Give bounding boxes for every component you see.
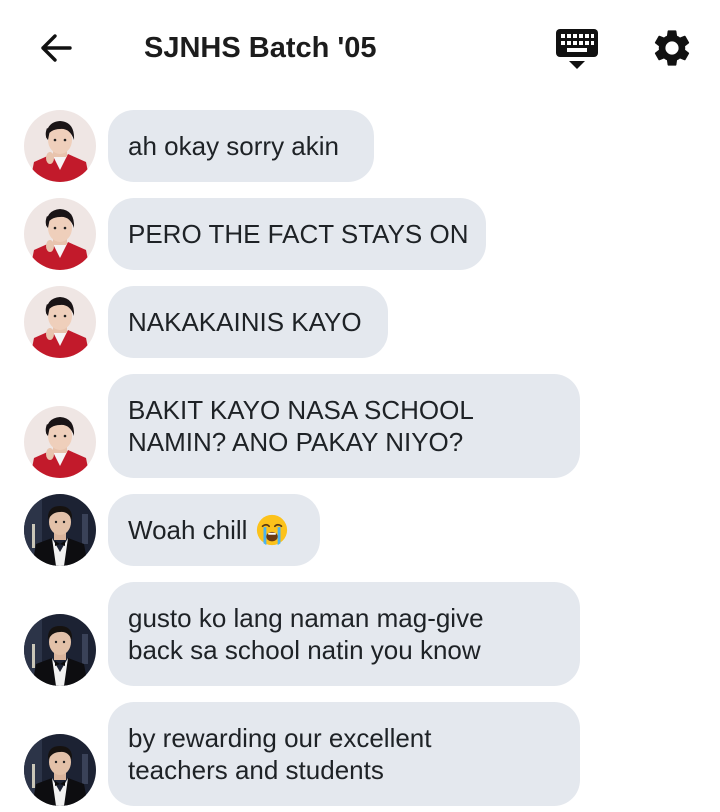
gear-icon <box>654 30 690 66</box>
message-bubble[interactable]: by rewarding our excellent teachers and … <box>108 702 580 806</box>
message-text: ah okay sorry akin <box>128 131 339 161</box>
message-row: BAKIT KAYO NASA SCHOOL NAMIN? ANO PAKAY … <box>0 374 720 478</box>
loudly-crying-face-emoji <box>257 514 288 546</box>
message-text-line: teachers and students <box>128 755 384 785</box>
message-row: ah okay sorry akin <box>0 110 720 182</box>
message-text-line: back sa school natin you know <box>128 635 481 665</box>
avatar[interactable] <box>24 198 96 270</box>
settings-button[interactable] <box>650 26 694 70</box>
keyboard-toggle-button[interactable] <box>554 26 600 72</box>
message-row: NAKAKAINIS KAYO <box>0 286 720 358</box>
message-row: PERO THE FACT STAYS ON <box>0 198 720 270</box>
message-bubble[interactable]: gusto ko lang naman mag-give back sa sch… <box>108 582 580 686</box>
keyboard-icon <box>556 29 598 69</box>
message-bubble[interactable]: BAKIT KAYO NASA SCHOOL NAMIN? ANO PAKAY … <box>108 374 580 478</box>
message-text-line: BAKIT KAYO NASA SCHOOL <box>128 395 474 425</box>
message-text: PERO THE FACT STAYS ON <box>128 219 469 249</box>
message-row: Woah chill <box>0 494 720 566</box>
avatar-red-suit <box>24 198 96 270</box>
avatar[interactable] <box>24 614 96 686</box>
message-row: by rewarding our excellent teachers and … <box>0 702 720 806</box>
avatar-tuxedo <box>24 494 96 566</box>
message-text-line: gusto ko lang naman mag-give <box>128 603 484 633</box>
avatar[interactable] <box>24 734 96 806</box>
chat-title: SJNHS Batch '05 <box>144 32 377 64</box>
avatar-red-suit <box>24 110 96 182</box>
message-bubble[interactable]: ah okay sorry akin <box>108 110 374 182</box>
message-text: Woah chill <box>128 515 248 545</box>
message-text: NAKAKAINIS KAYO <box>128 307 362 337</box>
avatar[interactable] <box>24 494 96 566</box>
chat-header: SJNHS Batch '05 <box>0 0 720 96</box>
message-bubble[interactable]: NAKAKAINIS KAYO <box>108 286 388 358</box>
message-text-line: by rewarding our excellent <box>128 723 432 753</box>
avatar[interactable] <box>24 110 96 182</box>
avatar[interactable] <box>24 286 96 358</box>
message-bubble[interactable]: Woah chill <box>108 494 320 566</box>
message-text-line: NAMIN? ANO PAKAY NIYO? <box>128 427 464 457</box>
avatar-red-suit <box>24 406 96 478</box>
avatar[interactable] <box>24 406 96 478</box>
arrow-left-icon <box>41 34 72 62</box>
avatar-tuxedo <box>24 734 96 806</box>
message-row: gusto ko lang naman mag-give back sa sch… <box>0 582 720 686</box>
message-bubble[interactable]: PERO THE FACT STAYS ON <box>108 198 486 270</box>
avatar-red-suit <box>24 286 96 358</box>
back-button[interactable] <box>36 28 76 68</box>
avatar-tuxedo <box>24 614 96 686</box>
